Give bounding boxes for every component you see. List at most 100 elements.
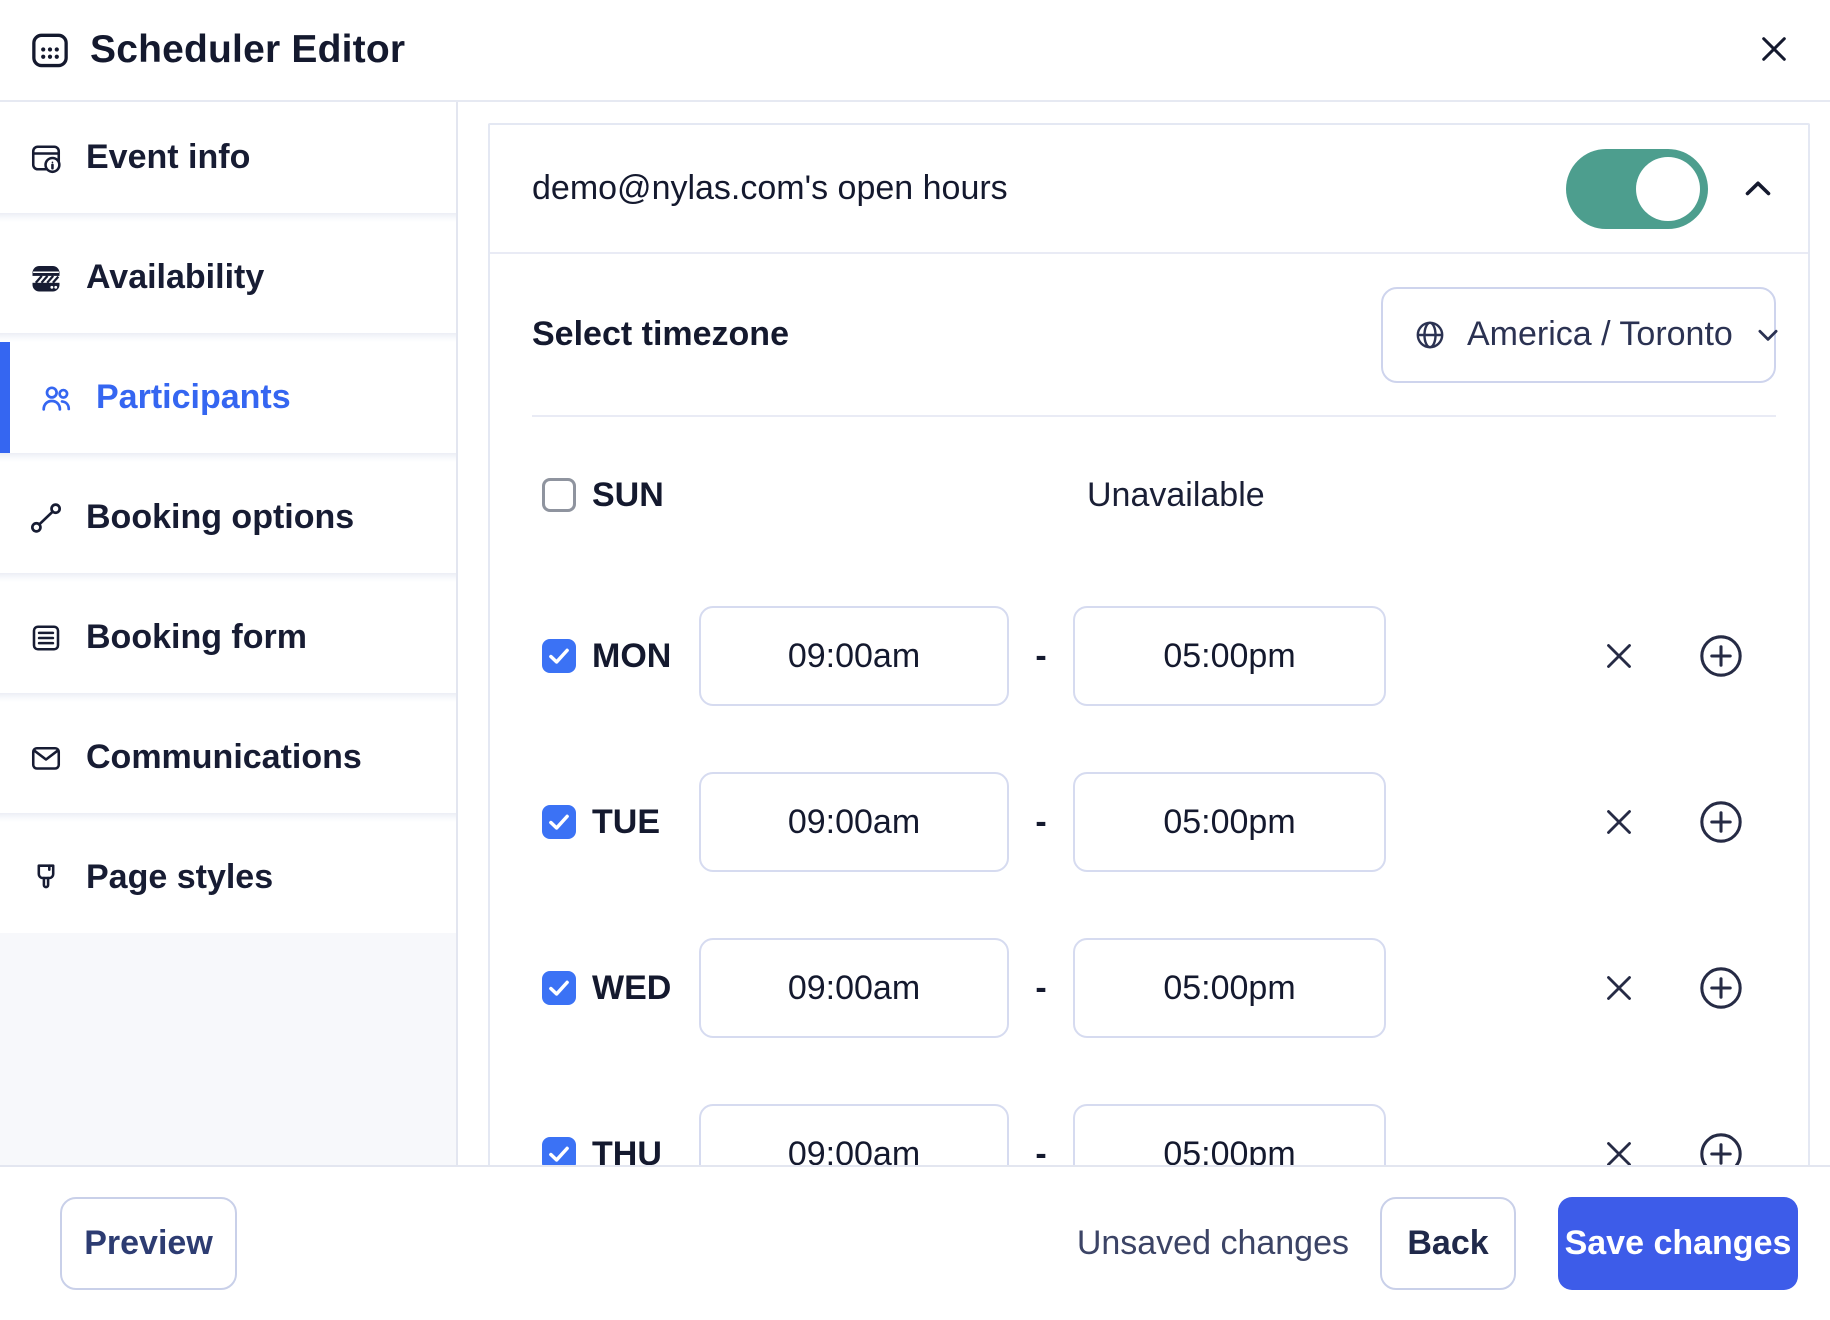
day-label: MON <box>592 637 666 676</box>
time-range-separator: - <box>1009 1135 1073 1166</box>
x-icon <box>1601 638 1637 674</box>
main-content: demo@nylas.com's open hours Select timez… <box>460 102 1830 1165</box>
remove-time-button[interactable] <box>1601 1136 1637 1165</box>
sidebar-item-label: Booking form <box>86 618 307 657</box>
day-checkbox-tue[interactable] <box>542 805 576 839</box>
sidebar-divider <box>0 213 456 222</box>
event-info-icon <box>28 140 64 176</box>
timezone-value: America / Toronto <box>1467 315 1733 354</box>
open-hours-toggle[interactable] <box>1566 149 1708 229</box>
close-button[interactable] <box>1752 27 1796 71</box>
sidebar-item-booking-form[interactable]: Booking form <box>0 582 456 693</box>
end-time-input[interactable]: 05:00pm <box>1073 938 1386 1038</box>
day-row-tue: TUE 09:00am - 05:00pm <box>490 739 1808 905</box>
sidebar-divider <box>0 573 456 582</box>
sidebar: Event info Availability <box>0 102 458 1165</box>
day-label: TUE <box>592 803 666 842</box>
day-checkbox-thu[interactable] <box>542 1137 576 1165</box>
plus-circle-icon <box>1698 965 1744 1011</box>
start-time-input[interactable]: 09:00am <box>699 606 1009 706</box>
check-icon <box>546 1141 572 1165</box>
sidebar-item-label: Event info <box>86 138 250 177</box>
chevron-up-icon <box>1740 171 1776 207</box>
sidebar-item-page-styles[interactable]: Page styles <box>0 822 456 933</box>
time-range-separator: - <box>1009 637 1073 676</box>
check-icon <box>546 809 572 835</box>
day-label: SUN <box>592 476 666 515</box>
save-changes-button[interactable]: Save changes <box>1558 1197 1798 1290</box>
collapse-section-button[interactable] <box>1740 171 1776 207</box>
preview-button[interactable]: Preview <box>60 1197 237 1290</box>
globe-icon <box>1413 318 1447 352</box>
dialog-footer: Preview Unsaved changes Back Save change… <box>0 1165 1830 1320</box>
end-time-input[interactable]: 05:00pm <box>1073 772 1386 872</box>
booking-form-icon <box>28 620 64 656</box>
unsaved-changes-status: Unsaved changes <box>1077 1224 1349 1263</box>
sidebar-divider <box>0 693 456 702</box>
sidebar-item-label: Communications <box>86 738 362 777</box>
check-icon <box>546 643 572 669</box>
sidebar-item-label: Availability <box>86 258 264 297</box>
availability-icon <box>28 260 64 296</box>
day-row-thu: THU 09:00am - 05:00pm <box>490 1071 1808 1165</box>
timezone-label: Select timezone <box>532 315 789 354</box>
sidebar-item-event-info[interactable]: Event info <box>0 102 456 213</box>
communications-icon <box>28 740 64 776</box>
day-label: THU <box>592 1135 666 1166</box>
open-hours-label: demo@nylas.com's open hours <box>532 169 1008 208</box>
x-icon <box>1601 804 1637 840</box>
add-time-button[interactable] <box>1698 1131 1744 1165</box>
plus-circle-icon <box>1698 799 1744 845</box>
x-icon <box>1601 970 1637 1006</box>
sidebar-divider <box>0 813 456 822</box>
day-row-mon: MON 09:00am - 05:00pm <box>490 573 1808 739</box>
day-row-wed: WED 09:00am - 05:00pm <box>490 905 1808 1071</box>
start-time-input[interactable]: 09:00am <box>699 772 1009 872</box>
sidebar-item-communications[interactable]: Communications <box>0 702 456 813</box>
day-row-sun: SUN Unavailable <box>490 417 1808 573</box>
sidebar-divider <box>0 333 456 342</box>
toggle-knob <box>1636 157 1700 221</box>
sidebar-divider <box>0 453 456 462</box>
page-title: Scheduler Editor <box>90 28 405 72</box>
timezone-select[interactable]: America / Toronto <box>1381 287 1776 383</box>
plus-circle-icon <box>1698 633 1744 679</box>
day-checkbox-mon[interactable] <box>542 639 576 673</box>
sidebar-item-label: Participants <box>96 378 291 417</box>
booking-options-icon <box>28 500 64 536</box>
scheduler-calendar-icon <box>28 28 72 72</box>
remove-time-button[interactable] <box>1601 970 1637 1006</box>
check-icon <box>546 975 572 1001</box>
add-time-button[interactable] <box>1698 799 1744 845</box>
start-time-input[interactable]: 09:00am <box>699 938 1009 1038</box>
sidebar-item-participants[interactable]: Participants <box>0 342 456 453</box>
x-icon <box>1601 1136 1637 1165</box>
plus-circle-icon <box>1698 1131 1744 1165</box>
day-checkbox-wed[interactable] <box>542 971 576 1005</box>
sidebar-item-label: Booking options <box>86 498 354 537</box>
sidebar-item-label: Page styles <box>86 858 273 897</box>
unavailable-status: Unavailable <box>1087 476 1265 515</box>
chevron-down-icon <box>1753 320 1783 350</box>
end-time-input[interactable]: 05:00pm <box>1073 1104 1386 1165</box>
open-hours-header: demo@nylas.com's open hours <box>490 125 1808 254</box>
remove-time-button[interactable] <box>1601 638 1637 674</box>
open-hours-card: demo@nylas.com's open hours Select timez… <box>488 123 1810 1165</box>
day-checkbox-sun[interactable] <box>542 478 576 512</box>
back-button[interactable]: Back <box>1380 1197 1516 1290</box>
page-styles-icon <box>28 860 64 896</box>
day-label: WED <box>592 969 666 1008</box>
sidebar-item-availability[interactable]: Availability <box>0 222 456 333</box>
start-time-input[interactable]: 09:00am <box>699 1104 1009 1165</box>
add-time-button[interactable] <box>1698 965 1744 1011</box>
time-range-separator: - <box>1009 803 1073 842</box>
timezone-row: Select timezone America / Toronto <box>490 254 1808 415</box>
participants-icon <box>38 380 74 416</box>
sidebar-item-booking-options[interactable]: Booking options <box>0 462 456 573</box>
close-icon <box>1755 30 1793 68</box>
sidebar-background <box>0 933 456 1165</box>
time-range-separator: - <box>1009 969 1073 1008</box>
add-time-button[interactable] <box>1698 633 1744 679</box>
remove-time-button[interactable] <box>1601 804 1637 840</box>
end-time-input[interactable]: 05:00pm <box>1073 606 1386 706</box>
